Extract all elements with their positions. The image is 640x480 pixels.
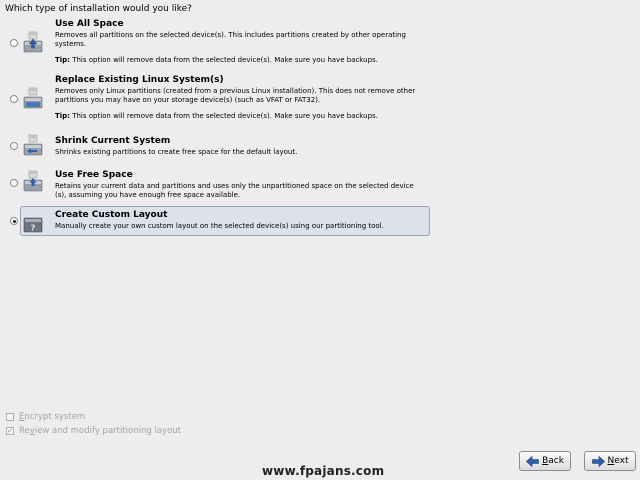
page-question: Which type of installation would you lik… [5,4,192,14]
option-use-free-space[interactable]: Use Free Space Retains your current data… [10,167,430,200]
watermark-text: www.fpajans.com [262,464,385,478]
installation-type-screen: Which type of installation would you lik… [0,0,640,480]
review-layout-checkbox-row[interactable]: ✓ Review and modify partitioning layout [6,426,181,436]
option-text: Use Free Space Retains your current data… [55,170,425,200]
arrow-right-icon [591,455,605,467]
radio-use-free-space[interactable] [10,179,18,187]
radio-shrink-current[interactable] [10,142,18,150]
hard-disk-custom-icon: ? [23,217,43,233]
option-title: Create Custom Layout [55,210,168,220]
option-text: Shrink Current System Shrinks existing p… [55,136,425,157]
back-button[interactable]: Back [519,451,571,471]
next-button[interactable]: Next [584,451,636,471]
review-layout-label: Review and modify partitioning layout [19,426,181,436]
svg-text:?: ? [31,224,36,233]
option-description: Manually create your own custom layout o… [55,222,384,230]
encrypt-system-checkbox[interactable] [6,413,14,421]
tip-text: This option will remove data from the se… [69,112,378,120]
option-title: Use Free Space [55,170,133,180]
hard-disk-erase-icon [23,31,43,53]
option-description: Removes only Linux partitions (created f… [55,87,416,104]
option-description: Removes all partitions on the selected d… [55,31,406,48]
option-tip: Tip: This option will remove data from t… [55,112,425,121]
option-text: Create Custom Layout Manually create you… [55,210,425,231]
option-description: Shrinks existing partitions to create fr… [55,148,298,156]
radio-use-all-space[interactable] [10,39,18,47]
tip-text: This option will remove data from the se… [69,56,378,64]
hard-disk-replace-icon [23,87,43,109]
option-shrink-current[interactable]: Shrink Current System Shrinks existing p… [10,133,430,159]
arrow-left-icon [526,455,539,467]
encrypt-system-checkbox-row[interactable]: Encrypt system [6,412,85,422]
option-title: Use All Space [55,19,124,29]
hard-disk-shrink-icon [23,134,43,156]
radio-replace-linux[interactable] [10,95,18,103]
option-text: Use All Space Removes all partitions on … [55,19,425,65]
hard-disk-free-space-icon [23,170,43,192]
back-button-label: Back [542,456,564,466]
encrypt-system-label: Encrypt system [19,412,86,422]
next-button-label: Next [607,456,629,466]
option-title: Shrink Current System [55,136,171,146]
option-tip: Tip: This option will remove data from t… [55,56,425,65]
option-description: Retains your current data and partitions… [55,182,414,199]
option-use-all-space[interactable]: Use All Space Removes all partitions on … [10,18,430,68]
option-text: Replace Existing Linux System(s) Removes… [55,75,425,121]
tip-label: Tip: [55,56,70,64]
option-title: Replace Existing Linux System(s) [55,75,224,85]
option-create-custom-layout[interactable]: ? Create Custom Layout Manually create y… [10,206,430,236]
option-replace-linux[interactable]: Replace Existing Linux System(s) Removes… [10,74,430,124]
review-layout-checkbox[interactable]: ✓ [6,427,14,435]
radio-create-custom-layout[interactable] [10,217,18,225]
tip-label: Tip: [55,112,70,120]
